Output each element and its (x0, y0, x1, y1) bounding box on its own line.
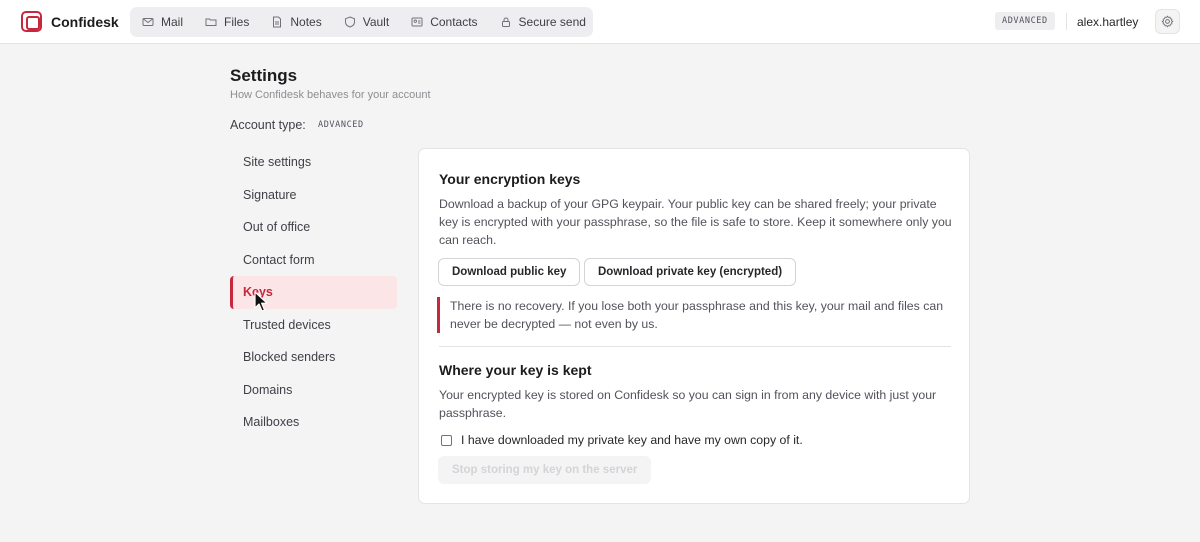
nav-item-contacts[interactable]: Contacts (411, 15, 478, 29)
shield-icon (344, 16, 356, 28)
nav-item-files[interactable]: Files (205, 15, 249, 29)
lock-icon (500, 16, 512, 28)
stop-storing-key-button[interactable]: Stop storing my key on the server (438, 456, 652, 484)
folder-icon (205, 16, 217, 28)
top-bar: Confidesk Mail Files Notes Vault Contact… (0, 0, 1200, 44)
nav-item-label: Files (224, 15, 250, 29)
nav-item-mail[interactable]: Mail (142, 15, 183, 29)
page-subtitle: How Confidesk behaves for your account (230, 89, 431, 101)
contacts-icon (411, 16, 423, 28)
brand[interactable]: Confidesk (21, 11, 119, 32)
mouse-cursor-icon (254, 291, 268, 312)
mail-icon (142, 16, 154, 28)
account-type-value: ADVANCED (318, 120, 364, 130)
key-storage-description: Your encrypted key is stored on Confides… (439, 388, 937, 420)
checkbox-label: I have downloaded my private key and hav… (461, 433, 803, 447)
user-menu[interactable]: alex.hartley (1077, 15, 1138, 29)
sidebar-item-trusted-devices[interactable]: Trusted devices (230, 309, 397, 342)
account-type-label: Account type: (230, 118, 306, 132)
note-icon (271, 16, 283, 28)
divider (439, 346, 951, 347)
sidebar-item-blocked-senders[interactable]: Blocked senders (230, 341, 397, 374)
download-public-key-button[interactable]: Download public key (438, 258, 581, 286)
download-private-key-button[interactable]: Download private key (encrypted) (584, 258, 797, 286)
sidebar-item-contact-form[interactable]: Contact form (230, 244, 397, 277)
nav-item-label: Contacts (430, 15, 478, 29)
sidebar-item-out-of-office[interactable]: Out of office (230, 211, 397, 244)
divider (1066, 13, 1067, 30)
gear-icon (1161, 15, 1174, 28)
nav-item-label: Mail (161, 15, 184, 29)
account-type-badge: ADVANCED (995, 12, 1055, 30)
encryption-keys-heading: Your encryption keys (439, 171, 581, 187)
confidesk-logo-icon (21, 11, 42, 32)
nav-item-label: Vault (362, 15, 390, 29)
sidebar-item-domains[interactable]: Domains (230, 374, 397, 407)
key-storage-heading: Where your key is kept (439, 362, 592, 378)
brand-name: Confidesk (51, 13, 119, 30)
nav-item-label: Notes (290, 15, 322, 29)
no-recovery-warning: There is no recovery. If you lose both y… (437, 297, 952, 333)
nav-item-notes[interactable]: Notes (271, 15, 322, 29)
sidebar-item-signature[interactable]: Signature (230, 179, 397, 212)
sidebar-item-site-settings[interactable]: Site settings (230, 146, 397, 179)
main-nav: Mail Files Notes Vault Contacts Secure s… (130, 7, 593, 37)
sidebar-item-mailboxes[interactable]: Mailboxes (230, 406, 397, 439)
nav-item-vault[interactable]: Vault (344, 15, 389, 29)
encryption-keys-description: Download a backup of your GPG keypair. Y… (439, 197, 952, 247)
page-title: Settings (230, 66, 298, 85)
settings-button[interactable] (1155, 9, 1180, 34)
keys-card: Your encryption keys Download a backup o… (418, 148, 970, 504)
nav-item-label: Secure send (518, 15, 586, 29)
nav-item-secure-send[interactable]: Secure send (500, 15, 586, 29)
private-key-copy-checkbox-row[interactable]: I have downloaded my private key and hav… (441, 433, 803, 447)
private-key-copy-checkbox[interactable] (441, 434, 452, 446)
